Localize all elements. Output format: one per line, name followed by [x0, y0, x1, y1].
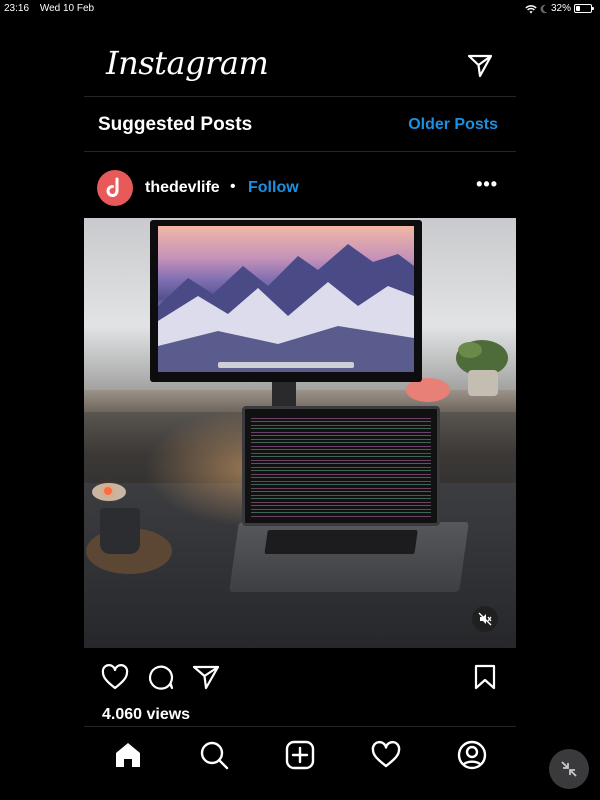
- keyboard: [264, 530, 418, 554]
- heart-icon[interactable]: [100, 662, 130, 692]
- paper-plane-icon[interactable]: [466, 52, 494, 80]
- app-header: Instagram: [84, 20, 516, 97]
- more-options-icon[interactable]: •••: [476, 174, 498, 195]
- monitor-screen: [158, 226, 414, 372]
- post-actions: [84, 660, 516, 696]
- collapse-button[interactable]: [549, 749, 589, 789]
- share-icon[interactable]: [191, 662, 221, 692]
- code-editor: [251, 415, 431, 517]
- monitor: [150, 220, 422, 382]
- suggested-posts-bar: Suggested Posts Older Posts: [84, 98, 516, 152]
- battery-percent: 32%: [550, 3, 571, 14]
- collapse-arrows-icon: [561, 761, 577, 777]
- post-header: thedevlife • Follow •••: [84, 168, 516, 208]
- status-bar: 23:16 Wed 10 Feb 32%: [0, 0, 600, 18]
- mountain-wallpaper: [158, 244, 414, 372]
- view-count: 4.060 views: [102, 706, 191, 723]
- suggested-posts-title: Suggested Posts: [98, 114, 253, 135]
- laptop-base: [229, 522, 469, 592]
- activity-heart-icon[interactable]: [370, 739, 402, 771]
- add-post-icon[interactable]: [284, 739, 316, 771]
- mute-button[interactable]: [472, 606, 498, 632]
- older-posts-link[interactable]: Older Posts: [408, 116, 498, 134]
- speaker-muted-icon: [478, 612, 492, 626]
- comment-icon[interactable]: [146, 662, 176, 692]
- mug: [100, 508, 140, 554]
- instagram-logo[interactable]: Instagram: [106, 44, 269, 82]
- moon-icon: [540, 4, 548, 13]
- follow-button[interactable]: Follow: [248, 179, 299, 197]
- search-icon[interactable]: [198, 739, 230, 771]
- instagram-app: Instagram Suggested Posts Older Posts th…: [84, 20, 516, 800]
- avatar[interactable]: [97, 170, 133, 206]
- bookmark-icon[interactable]: [470, 662, 500, 692]
- profile-icon[interactable]: [456, 739, 488, 771]
- post-video[interactable]: [84, 218, 516, 648]
- post-username[interactable]: thedevlife: [145, 179, 220, 197]
- wifi-icon: [525, 4, 537, 13]
- plant: [456, 340, 508, 396]
- battery-icon: [574, 4, 594, 13]
- home-icon[interactable]: [112, 739, 144, 771]
- status-time: 23:16: [4, 3, 30, 14]
- status-date: Wed 10 Feb: [39, 3, 95, 14]
- separator-dot: •: [230, 178, 236, 195]
- devlife-logo-icon: [106, 177, 119, 197]
- bottom-nav: [84, 726, 516, 800]
- candle: [92, 483, 126, 501]
- laptop-screen: [242, 406, 440, 526]
